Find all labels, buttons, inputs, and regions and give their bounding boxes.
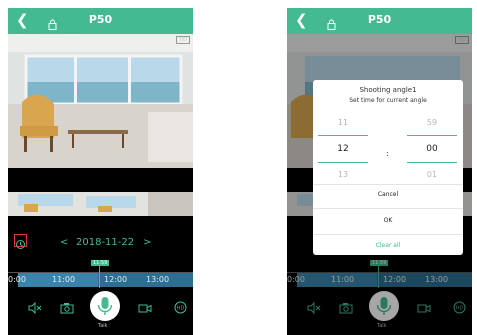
playback-timeline[interactable]: 11:59 0:00 11:00 12:00 13:00 xyxy=(8,260,193,288)
timeline-needle[interactable] xyxy=(99,266,100,288)
speaker-mute-icon[interactable] xyxy=(28,299,42,318)
hd-icon[interactable]: HD xyxy=(174,299,187,318)
timeline-current-time: 11:59 xyxy=(91,260,110,266)
timeline-label: 11:00 xyxy=(52,275,76,284)
minute-next-option[interactable]: 01 xyxy=(410,170,454,179)
dialog-title: Shooting angle1 xyxy=(359,86,417,94)
video-record-icon[interactable] xyxy=(138,299,152,318)
minute-selected[interactable]: 00 xyxy=(410,144,454,154)
minute-prev-option[interactable]: 59 xyxy=(410,118,454,127)
prev-date-button[interactable]: < xyxy=(60,237,68,248)
phone-screen-right: ❮ P50 2018-11-22 11:59:34 HD < 2018-11-2… xyxy=(287,8,472,335)
hour-prev-option[interactable]: 11 xyxy=(321,118,365,127)
time-separator: : xyxy=(386,149,389,158)
shooting-angle-dialog: Shooting angle1 Set time for current ang… xyxy=(313,80,463,255)
playback-date[interactable]: 2018-11-22 xyxy=(76,237,134,248)
talk-label: Talk xyxy=(98,323,108,329)
dialog-divider xyxy=(313,184,463,185)
room-scene-image xyxy=(8,34,193,168)
page-title: P50 xyxy=(88,13,113,26)
hd-badge: HD xyxy=(176,36,190,44)
ok-button[interactable]: OK xyxy=(313,217,463,224)
cancel-button[interactable]: Cancel xyxy=(313,191,463,198)
clear-all-button[interactable]: Clear all xyxy=(313,242,463,249)
dialog-subtitle: Set time for current angle xyxy=(349,97,427,104)
timeline-label: 12:00 xyxy=(104,275,128,284)
microphone-icon xyxy=(97,297,113,315)
dialog-divider xyxy=(313,208,463,209)
thumbnail-strip xyxy=(8,192,193,216)
hour-picker-line xyxy=(318,135,368,136)
talk-button[interactable] xyxy=(90,291,120,321)
minute-picker-line xyxy=(407,162,457,163)
hour-next-option[interactable]: 13 xyxy=(321,170,365,179)
next-date-button[interactable]: > xyxy=(143,237,151,248)
timeline-label: 13:00 xyxy=(146,275,170,284)
thumbnail-image xyxy=(8,192,193,216)
dialog-divider xyxy=(313,234,463,235)
top-bar: ❮ P50 xyxy=(8,8,193,34)
hour-selected[interactable]: 12 xyxy=(321,144,365,154)
phone-screen-left: ❮ P50 2018-11-22 11:59:34 HD < 2018-11-2… xyxy=(8,8,193,335)
hour-picker-line xyxy=(318,162,368,163)
camera-icon[interactable] xyxy=(60,299,74,318)
svg-text:HD: HD xyxy=(177,306,185,312)
control-bar: Talk HD xyxy=(8,291,193,335)
timeline-label: 0:00 xyxy=(8,275,26,284)
video-view[interactable]: 2018-11-22 11:59:34 HD xyxy=(8,34,193,168)
page-title: P50 xyxy=(367,13,392,26)
date-selector: < 2018-11-22 > xyxy=(8,234,193,254)
top-bar: ❮ P50 xyxy=(287,8,472,34)
video-timestamp: 2018-11-22 11:59:34 xyxy=(12,36,81,43)
minute-picker-line xyxy=(407,135,457,136)
